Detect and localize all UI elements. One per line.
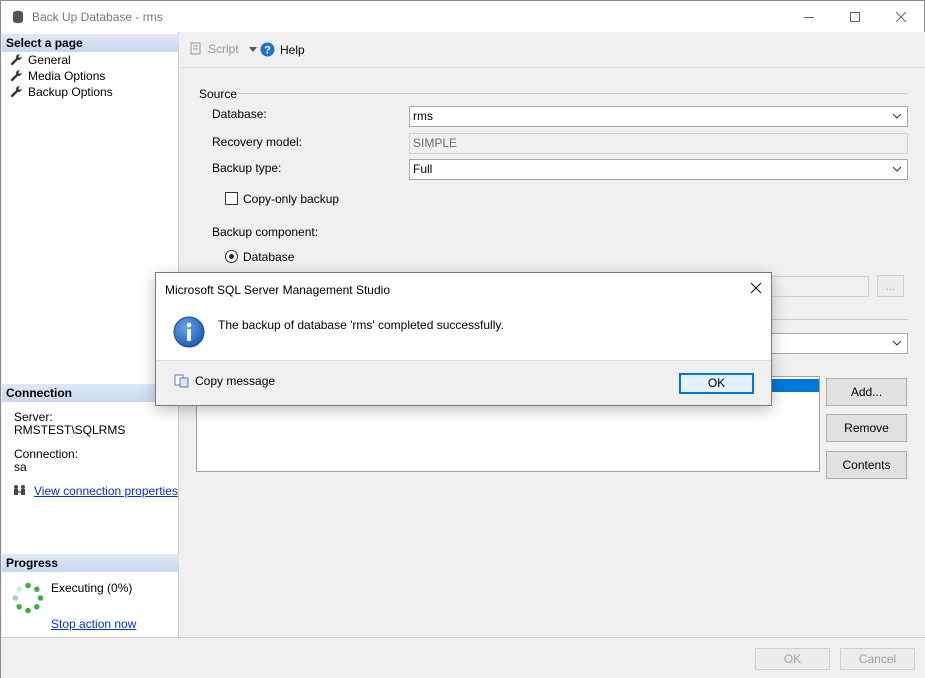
copy-only-label: Copy-only backup [243,192,340,206]
page-item-label: Media Options [28,68,106,83]
left-pane: Select a page General Media Options Back… [2,32,179,637]
dialog-body: The backup of database 'rms' completed s… [156,305,771,360]
page-item-label: General [28,52,71,67]
connection-label: Connection: [14,447,79,461]
page-item-general[interactable]: General [10,52,71,67]
backup-component-label: Backup component: [212,225,319,239]
server-label: Server: [14,410,53,424]
wrench-icon [10,70,22,82]
browse-button[interactable]: ... [877,275,904,297]
help-label: Help [280,42,305,57]
help-icon: ? [260,42,275,57]
close-button[interactable] [878,1,924,32]
database-icon [13,10,23,23]
remove-button[interactable]: Remove [826,414,907,442]
stop-action-link[interactable]: Stop action now [51,617,136,631]
backup-database-window: Back Up Database - rms Select a page Gen… [0,0,925,678]
chevron-down-icon [248,46,257,52]
copy-message-label: Copy message [195,374,276,388]
copy-only-checkbox[interactable] [225,192,238,205]
maximize-icon [850,11,860,22]
component-database-label: Database [243,250,295,264]
minimize-icon [804,16,814,18]
dialog-close-icon[interactable] [749,281,763,295]
database-value: rms [413,109,433,123]
bottom-bar: OK Cancel [1,637,925,678]
dialog-title: Microsoft SQL Server Management Studio [165,283,390,297]
page-item-label: Backup Options [28,84,113,99]
contents-button[interactable]: Contents [826,451,907,479]
help-button[interactable]: ? Help [260,42,305,57]
title-bar: Back Up Database - rms [1,1,924,32]
script-icon [190,42,201,55]
info-icon [173,316,205,348]
window-title: Back Up Database - rms [32,9,163,24]
message-dialog: Microsoft SQL Server Management Studio T… [155,272,772,406]
close-icon [895,11,907,22]
progress-header: Progress [2,554,179,572]
script-button[interactable]: Script [189,42,257,56]
maximize-button[interactable] [832,1,878,32]
destination-list-selected-row[interactable] [771,379,819,392]
copy-icon [174,374,189,388]
component-database-radio[interactable] [225,250,238,263]
chevron-down-icon [892,340,902,346]
backup-type-value: Full [413,162,433,176]
recovery-model-field: SIMPLE [409,133,908,154]
source-group-label: Source [199,87,238,101]
dialog-footer: Copy message OK [156,360,771,405]
minimize-button[interactable] [786,1,832,32]
svg-text:?: ? [264,45,271,57]
dialog-ok-button[interactable]: OK [679,373,754,394]
chevron-down-icon [892,166,902,172]
select-page-header: Select a page [2,34,179,52]
recovery-model-value: SIMPLE [413,136,458,150]
chevron-down-icon [892,113,902,119]
ok-button[interactable]: OK [755,648,830,670]
script-label: Script [208,42,239,56]
database-label: Database: [212,107,267,121]
page-item-backup-options[interactable]: Backup Options [10,84,113,99]
progress-spinner-icon [12,582,44,614]
connection-properties-icon [14,485,25,495]
view-connection-properties-link[interactable]: View connection properties [34,484,178,498]
recovery-model-label: Recovery model: [212,135,303,149]
page-item-media-options[interactable]: Media Options [10,68,105,83]
database-combo[interactable]: rms [409,106,908,127]
backup-type-label: Backup type: [212,161,282,175]
source-divider [239,93,907,94]
connection-value: sa [14,460,27,474]
progress-status: Executing (0%) [51,581,133,595]
wrench-icon [10,54,22,66]
toolbar: Script ? Help [180,32,925,68]
window-controls [786,1,924,32]
backup-type-combo[interactable]: Full [409,159,908,180]
wrench-icon [10,86,22,98]
copy-message-button[interactable]: Copy message [174,374,275,388]
cancel-button[interactable]: Cancel [840,648,915,670]
connection-header: Connection [2,384,179,402]
dialog-message: The backup of database 'rms' completed s… [218,318,504,332]
add-button[interactable]: Add... [826,378,907,406]
server-value: RMSTEST\SQLRMS [14,423,126,437]
